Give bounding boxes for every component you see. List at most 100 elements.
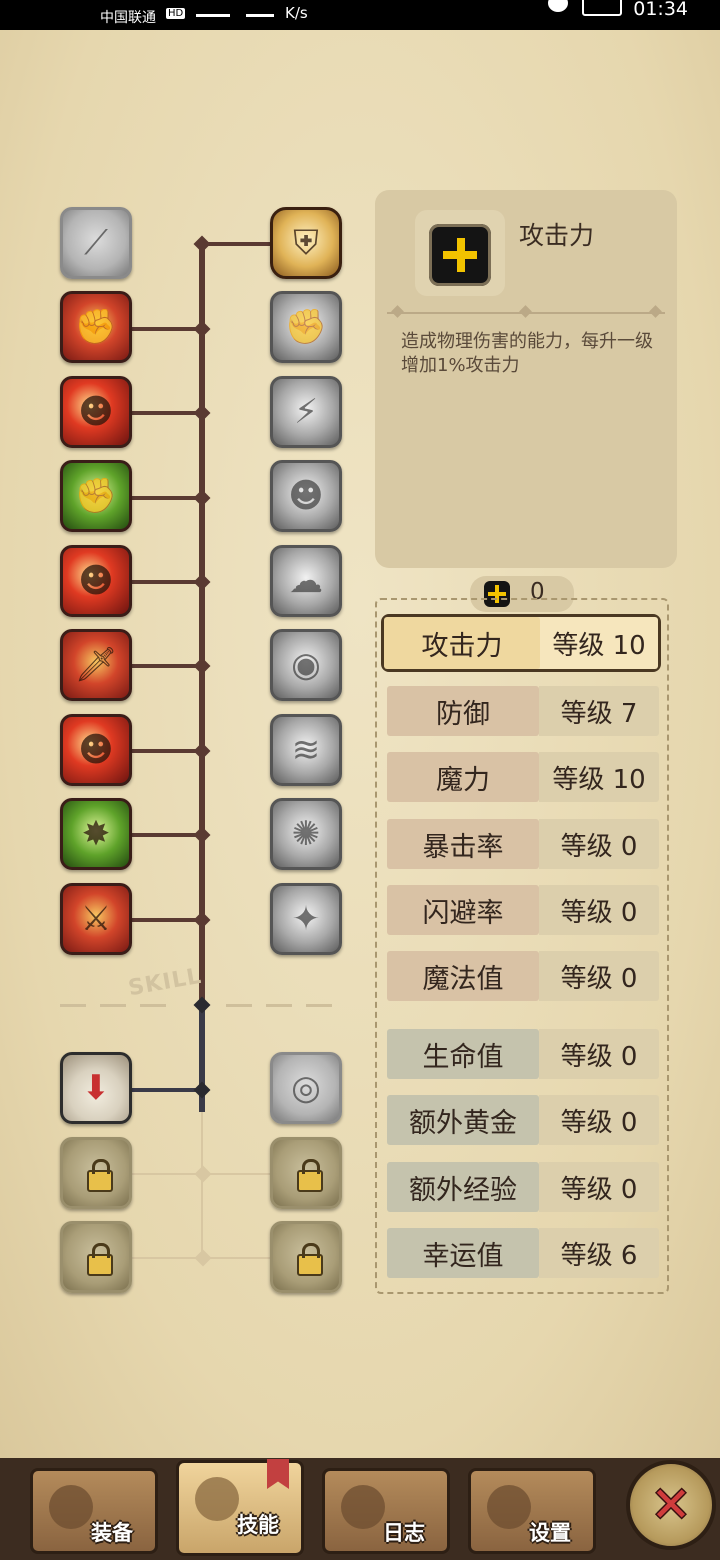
attribute-name: 闪避率 — [387, 885, 539, 935]
attribute-level: 等级 0 — [539, 1029, 659, 1079]
skill-wind[interactable]: ≋ — [270, 714, 342, 786]
attribute-level: 等级 10 — [539, 752, 659, 802]
slash-icon: ⟋ — [84, 223, 108, 263]
attribute-icon-slot — [415, 210, 505, 296]
sparkle-icon: ✦ — [291, 899, 321, 939]
tree-branch — [132, 664, 202, 668]
close-icon: ✕ — [650, 1477, 692, 1533]
tree-branch — [132, 749, 202, 753]
status-bar: 中国联通 HD K/s 01:34 — [0, 0, 720, 30]
attribute-name: 防御 — [387, 686, 539, 736]
divider — [387, 305, 665, 318]
attribute-row-defense[interactable]: 防御 等级 7 — [387, 686, 659, 736]
punch-icon: ✊ — [284, 307, 328, 347]
divider-dash — [140, 1004, 166, 1007]
attribute-row-attack[interactable]: 攻击力 等级 10 — [381, 614, 661, 672]
divider-dash — [100, 1004, 126, 1007]
ninja-icon: ☻ — [78, 730, 114, 770]
skill-locked-right-1[interactable] — [270, 1137, 342, 1209]
skill-locked-left-2[interactable] — [60, 1221, 132, 1293]
eye-icon: ◎ — [291, 1068, 321, 1108]
dagger-icon: 🗡 — [74, 645, 118, 685]
attribute-name: 攻击力 — [384, 617, 540, 669]
battery-icon — [582, 0, 622, 16]
attribute-list: 攻击力 等级 10 防御 等级 7 魔力 等级 10 暴击率 等级 0 闪避率 … — [375, 598, 669, 1294]
skill-lightning[interactable]: ⚡ — [270, 376, 342, 448]
attribute-level: 等级 0 — [539, 1162, 659, 1212]
attribute-description: 造成物理伤害的能力，每升一级增加1%攻击力 — [401, 331, 653, 376]
skill-strike[interactable]: ✊ — [60, 291, 132, 363]
tab-settings[interactable]: 设置 — [468, 1468, 596, 1554]
lock-icon — [87, 1243, 113, 1276]
tree-branch — [132, 411, 202, 415]
tree-trunk-locked — [201, 1112, 203, 1262]
tree-trunk — [199, 240, 205, 1008]
skill-rage[interactable]: ☻ — [60, 376, 132, 448]
attribute-row-hp[interactable]: 生命值 等级 0 — [387, 1029, 659, 1079]
skill-explosion[interactable]: ✺ — [270, 798, 342, 870]
tab-label: 装备 — [91, 1521, 133, 1545]
attribute-row-exp[interactable]: 额外经验 等级 0 — [387, 1162, 659, 1212]
divider-dash — [60, 1004, 86, 1007]
axe-icon — [49, 1485, 93, 1529]
skill-sparkle[interactable]: ✦ — [270, 883, 342, 955]
muscle-icon: ✊ — [74, 476, 118, 516]
attribute-row-gold[interactable]: 额外黄金 等级 0 — [387, 1095, 659, 1145]
signal-icon-2 — [246, 0, 274, 17]
skill-burst[interactable]: ✸ — [60, 798, 132, 870]
attribute-row-dodge[interactable]: 闪避率 等级 0 — [387, 885, 659, 935]
attribute-name: 魔法值 — [387, 951, 539, 1001]
attribute-name: 额外黄金 — [387, 1095, 539, 1145]
attribute-row-crit[interactable]: 暴击率 等级 0 — [387, 819, 659, 869]
skill-punch[interactable]: ✊ — [270, 291, 342, 363]
skill-cloud[interactable]: ☁ — [270, 545, 342, 617]
tree-branch — [132, 327, 202, 331]
bookmark-icon — [267, 1459, 289, 1489]
attribute-level: 等级 7 — [539, 686, 659, 736]
divider-dash — [306, 1004, 332, 1007]
skill-shadow[interactable]: ☻ — [60, 714, 132, 786]
skill-slash[interactable]: ⟋ — [60, 207, 132, 279]
attribute-title: 攻击力 — [519, 221, 595, 250]
attribute-level: 等级 0 — [539, 1095, 659, 1145]
tab-equipment[interactable]: 装备 — [30, 1468, 158, 1554]
attribute-level: 等级 6 — [539, 1228, 659, 1278]
close-button[interactable]: ✕ — [626, 1460, 716, 1550]
shield-icon: ⛨ — [293, 223, 319, 263]
skill-eye[interactable]: ◎ — [270, 1052, 342, 1124]
tree-branch — [202, 242, 272, 246]
fist-icon: ✊ — [74, 307, 118, 347]
book-icon — [341, 1485, 385, 1529]
lock-icon — [297, 1243, 323, 1276]
hd-badge: HD — [166, 8, 186, 19]
attribute-detail-panel: 攻击力 造成物理伤害的能力，每升一级增加1%攻击力 — [375, 190, 677, 568]
attribute-name: 暴击率 — [387, 819, 539, 869]
tree-branch — [132, 1088, 202, 1092]
crossed-swords-icon: ⚔ — [80, 899, 112, 939]
attribute-row-magic[interactable]: 魔力 等级 10 — [387, 752, 659, 802]
tab-log[interactable]: 日志 — [322, 1468, 450, 1554]
attribute-row-mana[interactable]: 魔法值 等级 0 — [387, 951, 659, 1001]
skill-strength[interactable]: ✊ — [60, 460, 132, 532]
skill-dagger[interactable]: 🗡 — [60, 629, 132, 701]
signal-icon — [196, 0, 230, 17]
skill-swords[interactable]: ⚔ — [60, 883, 132, 955]
skill-armor-down[interactable]: ⬇ — [60, 1052, 132, 1124]
skill-dash[interactable]: ☻ — [270, 460, 342, 532]
skill-shield[interactable]: ⛨ — [270, 207, 342, 279]
tab-skills[interactable]: 技能 — [176, 1459, 304, 1556]
tree-branch — [132, 918, 202, 922]
gear-icon — [487, 1485, 531, 1529]
tab-label: 技能 — [237, 1513, 279, 1537]
attribute-row-luck[interactable]: 幸运值 等级 6 — [387, 1228, 659, 1278]
attribute-level: 等级 0 — [539, 819, 659, 869]
skill-whirl[interactable]: ☻ — [60, 545, 132, 617]
gear-skill-icon — [195, 1477, 239, 1521]
skill-orb[interactable]: ◉ — [270, 629, 342, 701]
skill-locked-right-2[interactable] — [270, 1221, 342, 1293]
attribute-name: 生命值 — [387, 1029, 539, 1079]
skill-locked-left-1[interactable] — [60, 1137, 132, 1209]
orb-icon: ◉ — [291, 645, 321, 685]
plus-icon — [429, 224, 491, 286]
tree-branch — [132, 580, 202, 584]
